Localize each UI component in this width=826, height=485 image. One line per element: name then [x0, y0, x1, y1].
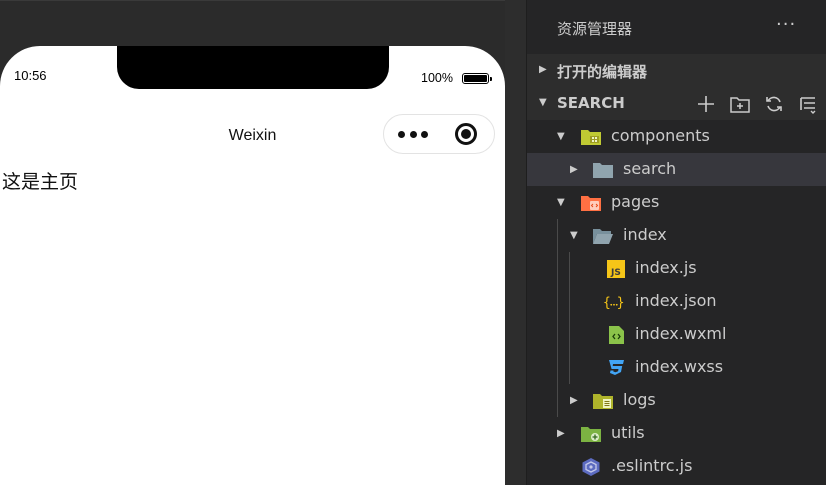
top-border: [0, 0, 526, 1]
tree-item-label: search: [623, 159, 677, 178]
tree-item-label: pages: [611, 192, 660, 211]
battery-icon: [462, 73, 492, 84]
new-folder-icon[interactable]: [727, 91, 753, 117]
chevron-right-icon: ▶: [570, 164, 578, 175]
chevron-right-icon: ▶: [570, 395, 578, 406]
pages-folder-icon: [581, 196, 601, 211]
tree-item-logs[interactable]: ▶ logs: [527, 384, 826, 417]
chevron-right-icon: ▶: [557, 428, 565, 439]
explorer-more-button[interactable]: ···: [776, 14, 796, 35]
phone-notch: [117, 46, 389, 89]
capsule-menu: [383, 114, 495, 154]
chevron-down-icon: ▼: [539, 97, 547, 108]
tree-item-label: .eslintrc.js: [611, 456, 693, 475]
capsule-divider: [440, 126, 441, 143]
tree-item-index-wxss[interactable]: index.wxss: [527, 351, 826, 384]
explorer-panel: 资源管理器 ··· ▶ 打开的编辑器 ▼ SEARCH ▼ components…: [526, 0, 826, 485]
phone-screen: 10:56 100% Weixin 这是主页: [0, 46, 505, 485]
wxml-file-icon: [609, 326, 624, 344]
project-section[interactable]: ▼ SEARCH: [527, 87, 826, 120]
chevron-down-icon: ▼: [557, 197, 565, 208]
logs-folder-icon: [593, 394, 613, 409]
tree-item-pages[interactable]: ▼ pages: [527, 186, 826, 219]
tree-item-label: components: [611, 126, 710, 145]
utils-folder-icon: [581, 427, 601, 442]
open-editors-label: 打开的编辑器: [557, 63, 648, 81]
svg-text:}: }: [617, 296, 625, 311]
new-file-icon[interactable]: [693, 91, 719, 117]
simulator-panel: 10:56 100% Weixin 这是主页: [0, 0, 526, 485]
explorer-title: 资源管理器: [557, 20, 633, 38]
js-file-icon: JS: [607, 260, 625, 278]
eslint-file-icon: [582, 458, 600, 476]
more-dots-icon[interactable]: [398, 125, 428, 143]
json-file-icon: {}: [603, 296, 625, 311]
tree-item-eslintrc[interactable]: .eslintrc.js: [527, 450, 826, 483]
tree-item-label: utils: [611, 423, 645, 442]
tree-item-label: logs: [623, 390, 656, 409]
tree-item-search[interactable]: ▶ search: [527, 153, 826, 186]
tree-item-index-wxml[interactable]: index.wxml: [527, 318, 826, 351]
wxss-file-icon: [609, 360, 624, 375]
tree-item-label: index: [623, 225, 667, 244]
tree-item-components[interactable]: ▼ components: [527, 120, 826, 153]
tree-item-index-js[interactable]: JS index.js: [527, 252, 826, 285]
svg-text:{: {: [603, 296, 611, 311]
chevron-right-icon: ▶: [539, 64, 547, 75]
open-editors-section[interactable]: ▶ 打开的编辑器: [527, 54, 826, 87]
tree-item-index-folder[interactable]: ▼ index: [527, 219, 826, 252]
components-folder-icon: [581, 130, 601, 145]
svg-text:JS: JS: [610, 268, 621, 278]
project-label: SEARCH: [557, 94, 625, 112]
refresh-icon[interactable]: [761, 91, 787, 117]
tree-item-label: index.json: [635, 291, 717, 310]
tree-item-label: index.wxss: [635, 357, 724, 376]
folder-open-icon: [593, 229, 613, 244]
page-content-text: 这是主页: [2, 171, 79, 193]
panel-gutter: [505, 0, 526, 485]
chevron-down-icon: ▼: [570, 230, 578, 241]
status-time: 10:56: [14, 68, 47, 83]
tree-item-utils[interactable]: ▶ utils: [527, 417, 826, 450]
chevron-down-icon: ▼: [557, 131, 565, 142]
battery-percent: 100%: [421, 71, 453, 85]
tree-item-label: index.wxml: [635, 324, 727, 343]
folder-icon: [593, 163, 613, 178]
collapse-all-icon[interactable]: [795, 91, 821, 117]
tree-item-label: index.js: [635, 258, 697, 277]
target-icon[interactable]: [455, 123, 477, 145]
tree-item-index-json[interactable]: {} index.json: [527, 285, 826, 318]
